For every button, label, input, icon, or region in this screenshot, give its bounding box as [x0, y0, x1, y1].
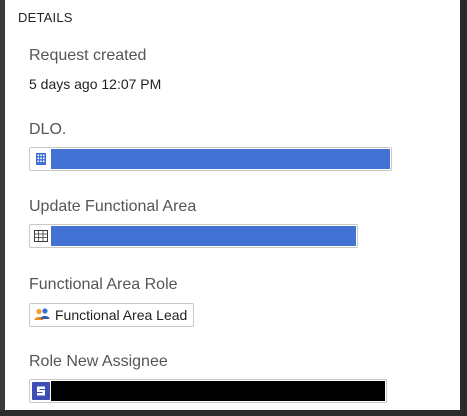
window-edge-right	[460, 0, 467, 416]
role-new-assignee-redacted-value	[51, 381, 385, 401]
table-icon	[32, 227, 50, 245]
window-edge-bottom	[0, 410, 467, 416]
building-icon	[32, 150, 50, 168]
update-functional-area-label: Update Functional Area	[29, 198, 197, 215]
role-new-assignee-label: Role New Assignee	[29, 353, 168, 370]
dlo-chip[interactable]	[29, 147, 392, 171]
section-header-details: DETAILS	[18, 10, 73, 25]
update-functional-area-chip[interactable]	[29, 224, 358, 248]
request-created-value: 5 days ago 12:07 PM	[29, 76, 162, 92]
dlo-redacted-value	[51, 149, 390, 169]
people-icon	[33, 306, 51, 324]
request-created-label: Request created	[29, 47, 147, 64]
update-functional-area-redacted-value	[51, 226, 356, 246]
functional-area-role-value: Functional Area Lead	[55, 307, 188, 323]
role-new-assignee-chip[interactable]	[29, 379, 387, 403]
assignee-avatar-icon	[32, 382, 50, 400]
functional-area-role-label: Functional Area Role	[29, 276, 178, 293]
dlo-label: DLO.	[29, 121, 67, 138]
functional-area-role-chip[interactable]: Functional Area Lead	[29, 303, 195, 327]
details-panel: DETAILS Request created 5 days ago 12:07…	[5, 0, 460, 410]
